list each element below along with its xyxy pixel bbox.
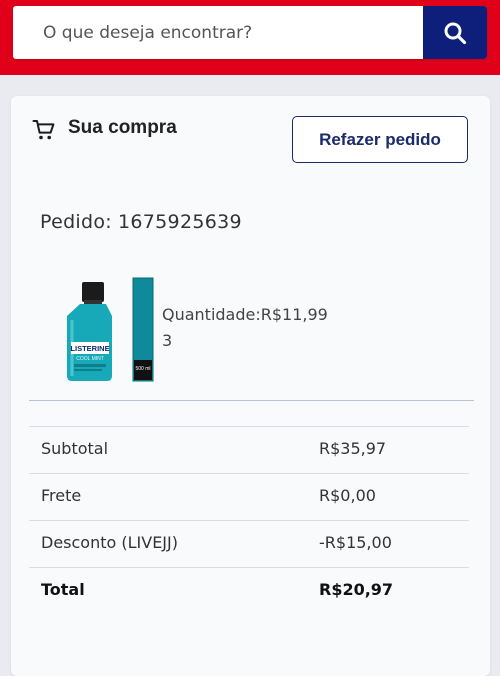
summary-row-subtotal: Subtotal R$35,97 — [29, 426, 469, 473]
summary-label: Total — [41, 580, 85, 599]
summary-value: R$35,97 — [319, 439, 387, 458]
product-price: R$11,99 — [260, 305, 328, 324]
order-label: Pedido: — [40, 211, 112, 233]
product-volume-text: 500 ml — [135, 366, 150, 372]
header-bar — [0, 0, 500, 75]
search-button[interactable] — [423, 6, 487, 59]
summary-row-discount: Desconto (LIVEJJ) -R$15,00 — [29, 520, 469, 567]
summary-label: Desconto (LIVEJJ) — [41, 533, 178, 552]
listerine-bottle-icon: 500 ml LISTERINE COOL MINT — [67, 277, 154, 382]
product-variant-text: COOL MINT — [76, 356, 104, 362]
redo-order-button[interactable]: Refazer pedido — [292, 116, 468, 163]
summary-label: Frete — [41, 486, 82, 505]
summary-row-total: Total R$20,97 — [29, 567, 469, 614]
divider — [29, 400, 474, 401]
cart-icon — [32, 120, 55, 140]
summary-value: R$20,97 — [319, 580, 394, 599]
order-summary: Subtotal R$35,97 Frete R$0,00 Desconto (… — [29, 426, 469, 614]
quantity-label: Quantidade: — [162, 305, 261, 324]
summary-row-shipping: Frete R$0,00 — [29, 473, 469, 520]
product-info: Quantidade:R$11,99 3 — [162, 302, 342, 354]
product-brand-text: LISTERINE — [70, 344, 109, 353]
search-icon — [444, 22, 467, 44]
purchase-card: Sua compra Refazer pedido Pedido: 1675925… — [11, 96, 490, 676]
search-input[interactable] — [13, 6, 423, 59]
card-title: Sua compra — [68, 117, 177, 138]
order-number-value: 1675925639 — [118, 211, 242, 233]
order-number: Pedido: 1675925639 — [40, 211, 242, 233]
summary-value: R$0,00 — [319, 486, 376, 505]
quantity-value: 3 — [162, 331, 173, 350]
search-bar — [13, 6, 487, 59]
summary-label: Subtotal — [41, 439, 109, 458]
summary-value: -R$15,00 — [319, 533, 392, 552]
